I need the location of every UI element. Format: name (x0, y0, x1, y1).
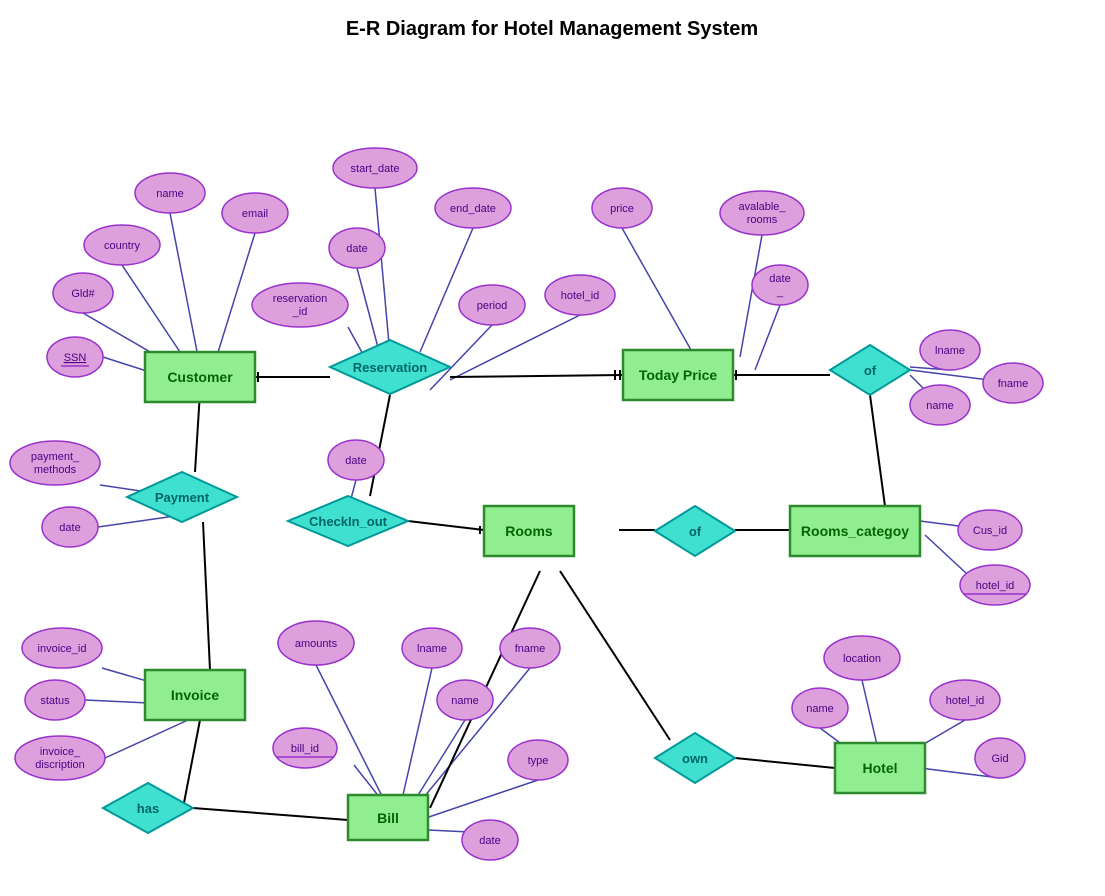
label-invoicedesc1: invoice_ (40, 746, 81, 758)
label-availrooms1: avalable_ (738, 201, 786, 213)
line-invoice-has (183, 720, 200, 808)
label-date2b: _ (776, 286, 784, 298)
label-hotelid3: hotel_id (946, 695, 985, 707)
label-enddate: end_date (450, 203, 496, 215)
line-tp-price (622, 228, 695, 357)
label-gid2: Gid (991, 753, 1008, 765)
label-invoiceid: invoice_id (38, 643, 87, 655)
label-date2a: date (769, 273, 790, 285)
attr-date2 (752, 265, 808, 305)
line-res-hotelid (450, 315, 580, 380)
label-bill: Bill (377, 810, 399, 826)
label-roomscategory: Rooms_categoy (801, 523, 909, 539)
label-hotelid1: hotel_id (561, 290, 600, 302)
label-invoicedesc2: discription (35, 759, 85, 771)
label-payment: Payment (155, 490, 210, 505)
label-date4: date (345, 455, 366, 467)
label-ssn: SSN (64, 352, 87, 364)
label-availrooms2: rooms (747, 214, 778, 226)
er-diagram: E-R Diagram for Hotel Management System (0, 0, 1105, 891)
line-rooms-own (560, 571, 670, 740)
line-of1-roomscat (870, 395, 887, 521)
label-paymethods1: payment_ (31, 451, 80, 463)
label-date3: date (59, 522, 80, 534)
label-todayprice: Today Price (639, 367, 718, 383)
line-bill-lname (400, 668, 432, 808)
line-customer-payment (195, 392, 200, 472)
label-date5: date (479, 835, 500, 847)
line-own-hotel (735, 758, 835, 768)
attr-invoicedesc (15, 736, 105, 780)
line-res-period (430, 325, 492, 390)
label-reservation: Reservation (353, 360, 427, 375)
label-of2: of (689, 524, 702, 539)
line-checkin-rooms (408, 521, 484, 530)
label-hotel: Hotel (863, 760, 898, 776)
label-fname1: fname (998, 378, 1029, 390)
label-has: has (137, 801, 159, 816)
label-country: country (104, 240, 141, 252)
label-checkinout: CheckIn_out (309, 514, 388, 529)
label-lname1: lname (935, 345, 965, 357)
label-amounts: amounts (295, 638, 338, 650)
label-gid: Gld# (71, 288, 95, 300)
line-has-bill (193, 808, 348, 820)
attr-availrooms (720, 191, 804, 235)
label-own: own (682, 751, 708, 766)
label-cusid: Cus_id (973, 525, 1007, 537)
label-resid1: reservation (273, 293, 327, 305)
line-bill-type (420, 780, 538, 820)
label-startdate: start_date (351, 163, 400, 175)
label-hotelid2: hotel_id (976, 580, 1015, 592)
line-res-date (357, 268, 380, 355)
line-tp-date (755, 305, 780, 370)
line-customer-email (215, 233, 255, 362)
label-paymethods2: methods (34, 464, 77, 476)
label-status: status (40, 695, 70, 707)
label-type: type (528, 755, 549, 767)
label-name4: name (806, 703, 834, 715)
label-price: price (610, 203, 634, 215)
attr-paymethods (10, 441, 100, 485)
diagram-title: E-R Diagram for Hotel Management System (346, 18, 758, 40)
label-name2: name (926, 400, 954, 412)
label-location: location (843, 653, 881, 665)
line-res-startdate (375, 188, 390, 355)
label-rooms: Rooms (505, 523, 553, 539)
line-inv-invdesc (105, 720, 188, 758)
line-payment-invoice (203, 522, 210, 670)
label-name3: name (451, 695, 479, 707)
label-fname2: fname (515, 643, 546, 655)
label-email: email (242, 208, 268, 220)
label-date1: date (346, 243, 367, 255)
label-resid2: _id (292, 306, 308, 318)
label-name1: name (156, 188, 184, 200)
label-lname2: lname (417, 643, 447, 655)
label-of1: of (864, 363, 877, 378)
label-invoice: Invoice (171, 687, 219, 703)
line-res-enddate (420, 228, 473, 352)
label-customer: Customer (167, 369, 233, 385)
label-billid: bill_id (291, 743, 319, 755)
line-reservation-todayprice (450, 375, 623, 377)
attr-resid (252, 283, 348, 327)
label-period: period (477, 300, 508, 312)
